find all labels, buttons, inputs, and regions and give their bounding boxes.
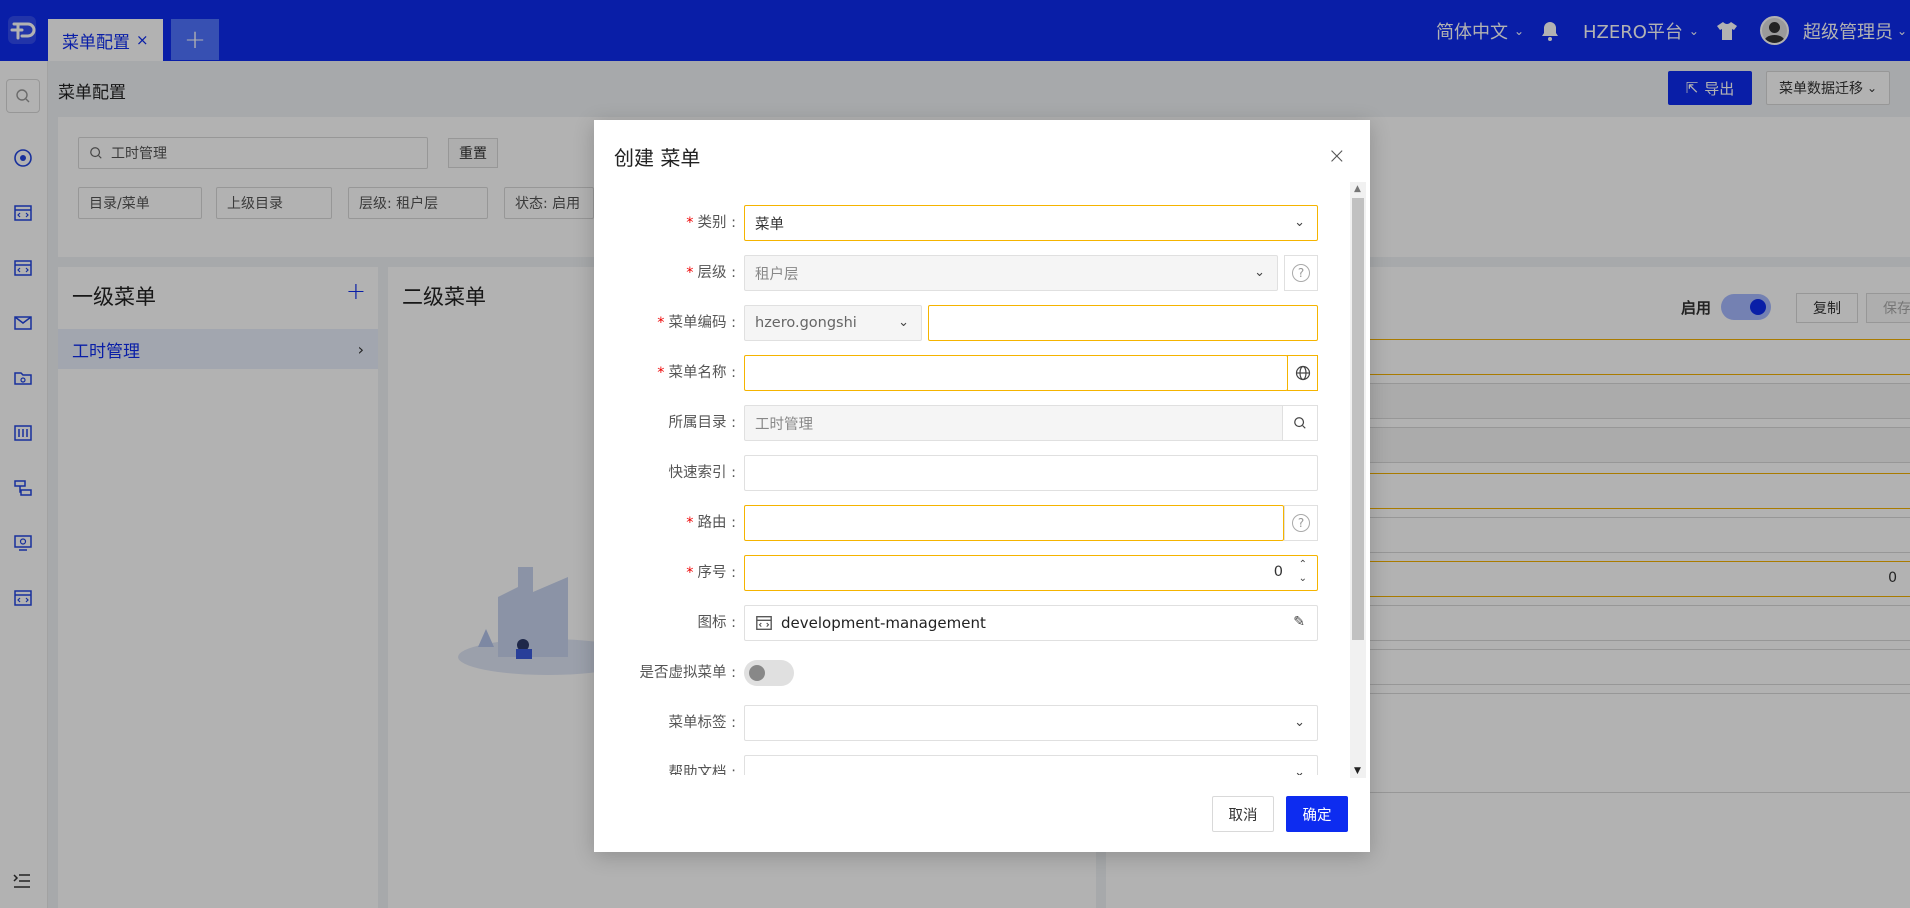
modal-title: 创建 菜单 [614, 146, 701, 170]
create-menu-modal: 创建 菜单 × * 类别 : 菜单 ⌄ * 层级 : 租户层 ⌄ ? * 菜单编码 :… [594, 120, 1370, 852]
scroll-thumb[interactable] [1352, 198, 1364, 640]
parent-input[interactable]: 工时管理 [744, 405, 1284, 441]
parent-value: 工时管理 [755, 416, 813, 433]
form-row-order: * 序号 : 0 ⌃ ⌄ [594, 555, 1354, 591]
form-row-quick-index: 快速索引 : [594, 455, 1354, 491]
stepper-arrows-icon[interactable]: ⌃ ⌄ [1299, 558, 1307, 586]
code-prefix-value: hzero.gongshi [755, 315, 857, 331]
virtual-label: 是否虚拟菜单 : [639, 665, 737, 681]
icon-label: 图标 : [697, 615, 737, 631]
scroll-up-icon[interactable]: ▲ [1354, 184, 1361, 194]
confirm-button[interactable]: 确定 [1286, 796, 1348, 832]
order-value: 0 [1273, 564, 1283, 580]
form-row-parent: 所属目录 : 工时管理 [594, 405, 1354, 441]
level-label: * 层级 : [686, 265, 736, 281]
form-row-level: * 层级 : 租户层 ⌄ ? [594, 255, 1354, 291]
chevron-down-icon: ⌄ [1294, 215, 1305, 230]
form-row-tag: 菜单标签 : ⌄ [594, 705, 1354, 741]
form-row-code: * 菜单编码 : hzero.gongshi ⌄ [594, 305, 1354, 341]
order-stepper[interactable]: 0 ⌃ ⌄ [744, 555, 1318, 591]
quick-label: 快速索引 : [668, 465, 737, 481]
edit-icon[interactable]: ✎ [1293, 614, 1305, 630]
route-label: * 路由 : [686, 515, 736, 531]
chevron-down-icon: ⌄ [1294, 715, 1305, 730]
code-prefix-select[interactable]: hzero.gongshi ⌄ [744, 305, 922, 341]
modal-scrollbar[interactable]: ▲ ▼ [1350, 182, 1366, 778]
type-value: 菜单 [755, 216, 784, 233]
level-help-icon[interactable]: ? [1284, 255, 1318, 291]
icon-picker[interactable]: development-management ✎ [744, 605, 1318, 641]
type-label: * 类别 : [686, 215, 736, 231]
icon-value: development-management [781, 614, 986, 632]
chevron-down-icon: ⌄ [898, 315, 909, 330]
parent-label: 所属目录 : [668, 415, 737, 431]
chevron-down-icon: ⌄ [1294, 765, 1305, 775]
code-label: * 菜单编码 : [657, 315, 736, 331]
form-row-route: * 路由 : ? [594, 505, 1354, 541]
tag-label: 菜单标签 : [668, 715, 737, 731]
order-label: * 序号 : [686, 565, 736, 581]
development-icon [756, 616, 772, 630]
scroll-down-icon[interactable]: ▼ [1354, 766, 1361, 776]
level-value: 租户层 [755, 266, 799, 283]
globe-icon[interactable] [1287, 355, 1318, 391]
type-select[interactable]: 菜单 ⌄ [744, 205, 1318, 241]
form-row-help: 帮助文档 : ⌄ [594, 755, 1354, 775]
route-help-icon[interactable]: ? [1284, 505, 1318, 541]
form-row-type: * 类别 : 菜单 ⌄ [594, 205, 1354, 241]
form-row-icon: 图标 : development-management ✎ [594, 605, 1354, 641]
level-select[interactable]: 租户层 ⌄ [744, 255, 1278, 291]
form-row-help-clip: 帮助文档 : ⌄ [594, 755, 1354, 775]
help-label: 帮助文档 : [668, 765, 737, 775]
search-icon[interactable] [1282, 405, 1318, 441]
cancel-button[interactable]: 取消 [1212, 796, 1274, 832]
form-row-name: * 菜单名称 : [594, 355, 1354, 391]
route-input[interactable] [744, 505, 1284, 541]
form-row-virtual: 是否虚拟菜单 : [594, 655, 1354, 691]
help-doc-select[interactable]: ⌄ [744, 755, 1318, 775]
code-input[interactable] [928, 305, 1318, 341]
virtual-menu-toggle[interactable] [744, 660, 794, 686]
close-icon[interactable]: × [1328, 144, 1346, 169]
name-input[interactable] [744, 355, 1288, 391]
tag-select[interactable]: ⌄ [744, 705, 1318, 741]
name-label: * 菜单名称 : [657, 365, 736, 381]
chevron-down-icon: ⌄ [1254, 265, 1265, 280]
quick-index-input[interactable] [744, 455, 1318, 491]
